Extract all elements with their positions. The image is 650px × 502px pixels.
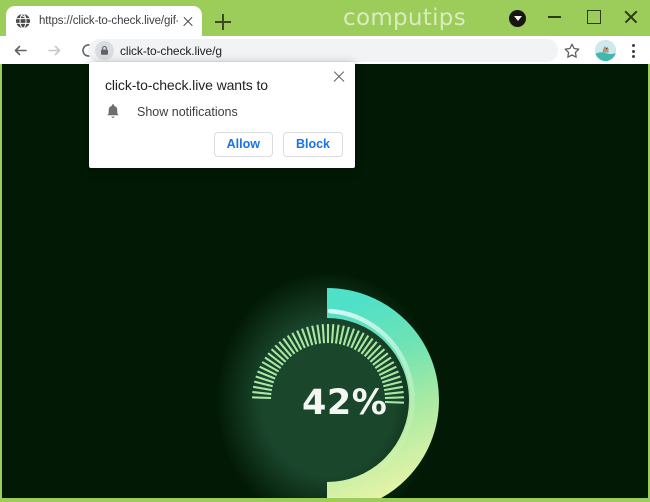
tab-strip: https://click-to-check.live/gif-lp/ comp… bbox=[0, 0, 650, 36]
address-bar[interactable]: click-to-check.live/g bbox=[88, 39, 558, 62]
progress-gauge: 42% bbox=[216, 272, 450, 498]
downloads-chevron-icon[interactable] bbox=[509, 10, 526, 27]
window-frame-bottom bbox=[0, 498, 650, 502]
tab-close-icon[interactable] bbox=[180, 13, 196, 29]
window-controls bbox=[536, 0, 650, 36]
window-frame-left bbox=[0, 64, 2, 502]
forward-button[interactable] bbox=[40, 36, 68, 64]
browser-tab[interactable]: https://click-to-check.live/gif-lp/ bbox=[6, 6, 202, 36]
back-button[interactable] bbox=[6, 36, 34, 64]
close-window-button[interactable] bbox=[612, 0, 650, 32]
lock-icon bbox=[95, 41, 114, 60]
address-bar-text: click-to-check.live/g bbox=[120, 43, 222, 58]
block-button[interactable]: Block bbox=[282, 132, 343, 157]
permission-option-row: Show notifications bbox=[105, 103, 238, 121]
watermark-text: computips bbox=[343, 5, 466, 31]
bell-icon bbox=[107, 104, 119, 118]
gauge-percent-text: 42% bbox=[302, 383, 388, 423]
maximize-button[interactable] bbox=[574, 0, 612, 32]
star-icon[interactable] bbox=[562, 41, 582, 61]
permission-option-label: Show notifications bbox=[137, 105, 238, 119]
permission-dialog-title: click-to-check.live wants to bbox=[105, 77, 268, 93]
allow-button[interactable]: Allow bbox=[213, 132, 273, 157]
notification-permission-dialog: click-to-check.live wants to Show notifi… bbox=[89, 62, 355, 168]
close-icon[interactable] bbox=[331, 68, 347, 84]
avatar[interactable] bbox=[595, 40, 616, 61]
gauge-percent-label: 42% bbox=[220, 278, 450, 498]
globe-favicon bbox=[16, 13, 30, 29]
permission-dialog-actions: Allow Block bbox=[213, 132, 343, 157]
browser-toolbar: click-to-check.live/g bbox=[0, 36, 650, 64]
minimize-button[interactable] bbox=[536, 0, 574, 32]
three-dot-menu-icon[interactable] bbox=[624, 40, 642, 61]
browser-window: https://click-to-check.live/gif-lp/ comp… bbox=[0, 0, 650, 502]
tab-title: https://click-to-check.live/gif-lp/ bbox=[39, 15, 178, 27]
new-tab-button[interactable] bbox=[210, 9, 236, 35]
